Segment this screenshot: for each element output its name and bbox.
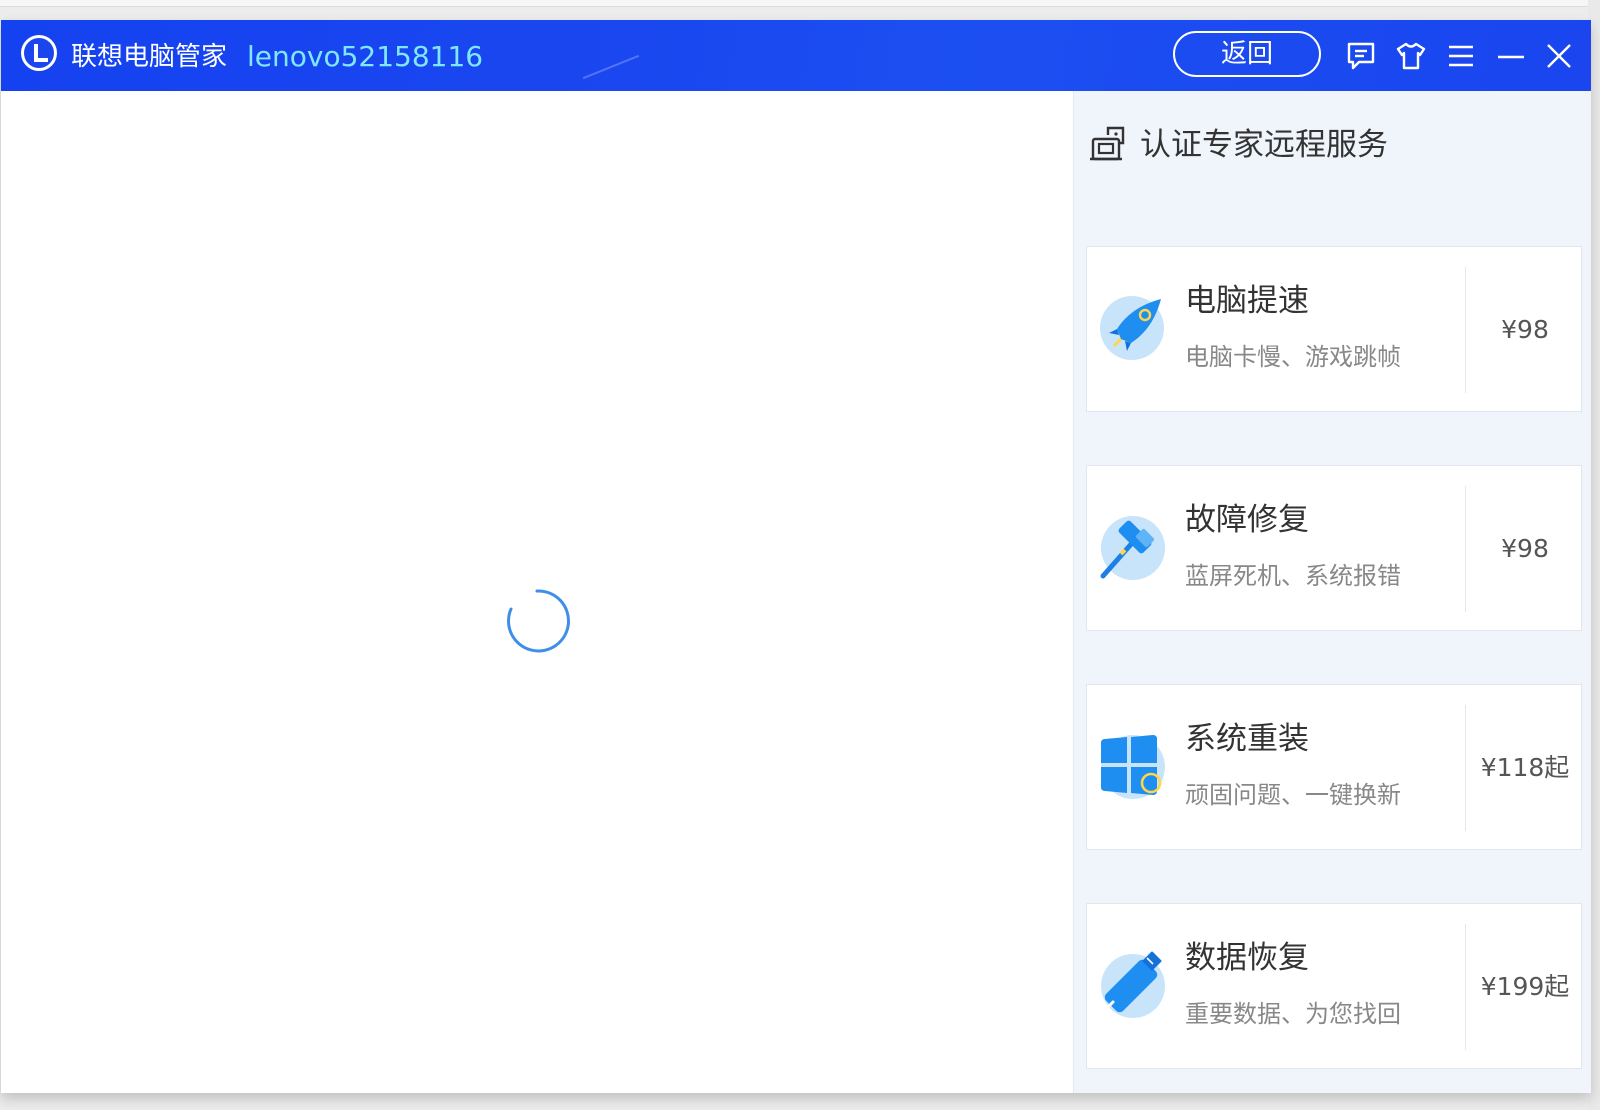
minimize-icon[interactable] — [1495, 40, 1527, 72]
card-divider — [1465, 924, 1466, 1050]
app-window: 联想电脑管家 lenovo52158116 返回 认证专家远程服务 电脑提速 电… — [1, 20, 1591, 1093]
remote-service-icon — [1090, 125, 1126, 163]
card-divider — [1465, 705, 1466, 831]
feedback-icon[interactable] — [1345, 40, 1377, 72]
desktop-top-strip — [0, 0, 1600, 7]
service-desc: 蓝屏死机、系统报错 — [1185, 562, 1401, 590]
service-card[interactable]: 故障修复 蓝屏死机、系统报错 ¥98 — [1086, 465, 1582, 631]
service-panel: 认证专家远程服务 电脑提速 电脑卡慢、游戏跳帧 ¥98 故障修复 蓝屏死机、系统… — [1073, 91, 1591, 1093]
panel-title: 认证专家远程服务 — [1140, 127, 1388, 163]
service-price: ¥98 — [1501, 534, 1549, 563]
service-desc: 电脑卡慢、游戏跳帧 — [1185, 343, 1401, 371]
menu-icon[interactable] — [1445, 40, 1477, 72]
lenovo-logo-icon — [21, 35, 57, 71]
service-name: 电脑提速 — [1185, 283, 1309, 319]
service-name: 故障修复 — [1185, 502, 1309, 538]
titlebar-decoration — [582, 54, 640, 80]
usb-drive-icon — [1097, 950, 1167, 1020]
main-content — [1, 91, 1073, 1093]
close-icon[interactable] — [1543, 40, 1575, 72]
service-price: ¥199起 — [1480, 972, 1570, 1001]
service-price: ¥98 — [1501, 315, 1549, 344]
service-card[interactable]: 系统重装 顽固问题、一键换新 ¥118起 — [1086, 684, 1582, 850]
app-title: 联想电脑管家 — [71, 42, 228, 72]
service-card[interactable]: 数据恢复 重要数据、为您找回 ¥199起 — [1086, 903, 1582, 1069]
card-divider — [1465, 486, 1466, 612]
service-price: ¥118起 — [1480, 753, 1570, 782]
loading-spinner-icon — [501, 585, 573, 657]
service-desc: 顽固问题、一键换新 — [1185, 781, 1401, 809]
skin-icon[interactable] — [1395, 40, 1427, 72]
service-card[interactable]: 电脑提速 电脑卡慢、游戏跳帧 ¥98 — [1086, 246, 1582, 412]
service-desc: 重要数据、为您找回 — [1185, 1000, 1401, 1028]
hammer-icon — [1097, 512, 1167, 582]
back-button[interactable]: 返回 — [1173, 31, 1321, 77]
service-name: 系统重装 — [1185, 721, 1309, 757]
windows-icon — [1097, 731, 1167, 801]
card-divider — [1465, 267, 1466, 393]
title-bar: 联想电脑管家 lenovo52158116 返回 — [1, 20, 1591, 91]
service-name: 数据恢复 — [1185, 940, 1309, 976]
rocket-icon — [1097, 293, 1167, 363]
account-name[interactable]: lenovo52158116 — [247, 40, 483, 74]
